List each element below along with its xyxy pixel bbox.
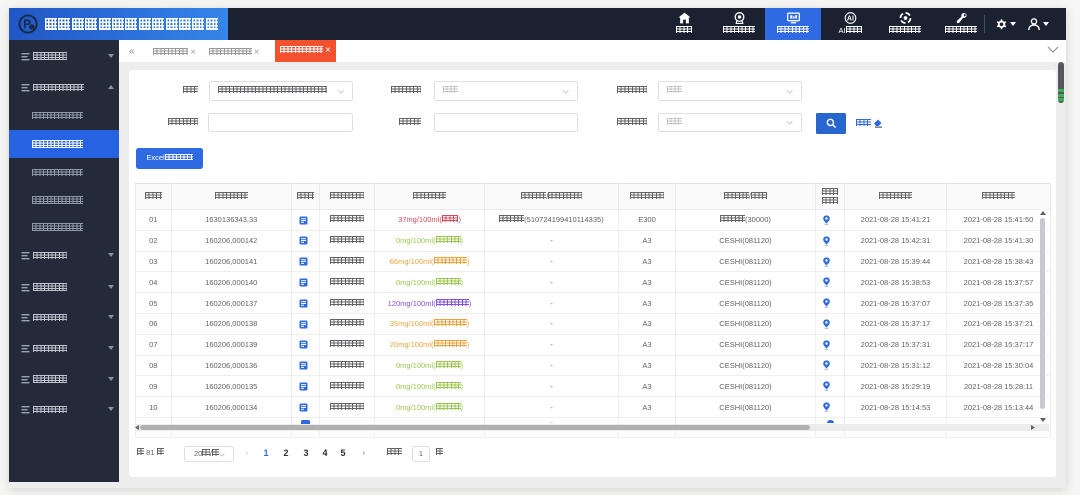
svg-text:AI: AI: [846, 15, 853, 22]
